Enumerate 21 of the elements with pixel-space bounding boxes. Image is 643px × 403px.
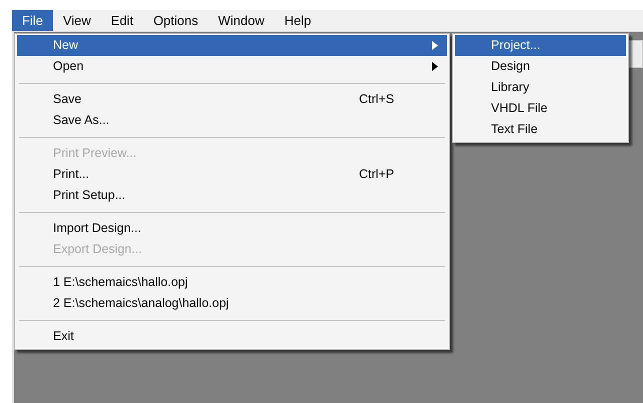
menu-item[interactable]: Exit [17,326,447,347]
submenu-item[interactable]: Project... [455,35,626,56]
menu-bar-item[interactable]: Edit [100,10,144,31]
menu-item[interactable]: Save As... [17,110,447,131]
menu-bar-item[interactable]: File [12,10,53,31]
menu-item[interactable]: 1 E:\schemaics\hallo.opj [17,272,447,293]
menu-bar-item[interactable]: Options [143,10,208,31]
menu-bar-item[interactable]: Window [208,10,274,31]
submenu-item[interactable]: Library [455,77,626,98]
submenu-item[interactable]: VHDL File [455,98,626,119]
menu-item[interactable]: Print... Ctrl+P [17,164,447,185]
submenu-item[interactable]: Design [455,56,626,77]
menu-item[interactable]: Open [17,56,447,77]
menu-bar-item[interactable]: View [52,10,101,31]
menu-item[interactable]: New [17,35,447,56]
menu-item[interactable]: Print Setup... [17,185,447,206]
menu-bar-item[interactable]: Help [274,10,322,31]
menu-item[interactable]: Save Ctrl+S [17,89,447,110]
submenu-item[interactable]: Text File [455,119,626,140]
menu-item[interactable]: 2 E:\schemaics\analog\hallo.opj [17,293,447,314]
menu-item[interactable]: Import Design... [17,218,447,239]
